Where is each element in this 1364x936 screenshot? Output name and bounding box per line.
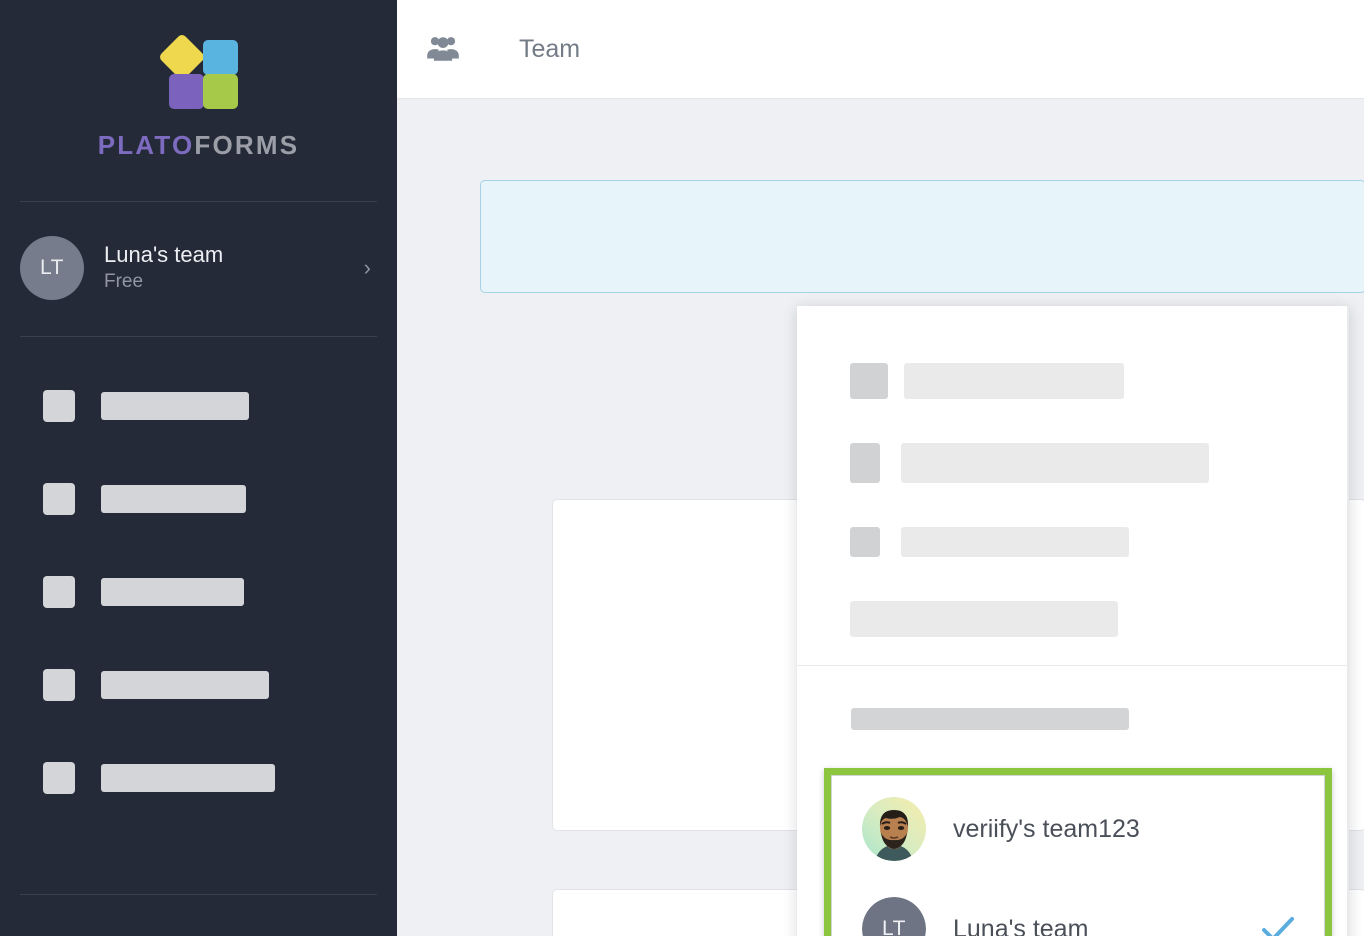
dropdown-skeleton-item [797, 601, 1349, 637]
team-users-icon [425, 34, 461, 64]
sidebar-team-avatar: LT [20, 236, 84, 300]
team-list-highlight-box: veriify's team123 LT Luna's team [824, 768, 1332, 936]
placeholder-label [101, 485, 246, 513]
team-list-item-label: veriify's team123 [953, 814, 1140, 843]
sidebar-team-switcher[interactable]: LT Luna's team Free › [0, 202, 397, 306]
dropdown-skeleton-list [797, 306, 1349, 637]
brand-wordmark: PLATOFORMS [98, 132, 300, 158]
placeholder-label [904, 363, 1124, 399]
placeholder-icon [43, 390, 75, 422]
logo-square-purple [168, 74, 204, 109]
placeholder-section-label [851, 708, 1129, 730]
page-content: veriify's team123 LT Luna's team [397, 99, 1364, 936]
selected-check-icon [1258, 915, 1298, 936]
chevron-right-icon[interactable]: › [364, 255, 377, 281]
placeholder-label [101, 578, 244, 606]
luna-avatar-initials: LT [862, 897, 926, 936]
placeholder-label [101, 764, 275, 792]
sidebar-team-plan: Free [104, 271, 144, 293]
placeholder-label [901, 527, 1129, 557]
logo-square-blue [202, 40, 238, 75]
placeholder-icon [850, 443, 880, 483]
placeholder-label [101, 392, 249, 420]
sidebar-divider-bottom [20, 894, 377, 895]
dropdown-skeleton-item [797, 527, 1349, 557]
sidebar-skeleton-item [0, 762, 397, 794]
placeholder-icon [43, 576, 75, 608]
dropdown-divider [797, 665, 1349, 666]
sidebar-team-meta: Luna's team Free [104, 241, 364, 295]
brand-wordmark-secondary: FORMS [194, 130, 300, 160]
placeholder-block [850, 601, 1118, 637]
sidebar-skeleton-item [0, 483, 397, 515]
app-root: PLATOFORMS LT Luna's team Free › Team ve… [0, 0, 1364, 936]
logo-square-green [202, 74, 238, 109]
team-dropdown-panel: veriify's team123 LT Luna's team [797, 306, 1349, 936]
sidebar-skeleton-item [0, 669, 397, 701]
dropdown-skeleton-item [797, 443, 1349, 483]
placeholder-icon [43, 483, 75, 515]
team-list-item-label: Luna's team [953, 914, 1089, 936]
team-list: veriify's team123 LT Luna's team [831, 775, 1325, 936]
placeholder-icon [43, 669, 75, 701]
avatar-photo-image [862, 797, 926, 861]
sidebar-nav-skeleton [0, 390, 397, 794]
dropdown-skeleton-item [797, 363, 1349, 399]
info-banner [480, 180, 1364, 293]
team-list-item-veriify[interactable]: veriify's team123 [832, 779, 1324, 879]
page-header: Team [397, 0, 1364, 99]
panel-scroll-edge[interactable] [1347, 306, 1349, 936]
sidebar-divider-mid [20, 336, 377, 337]
placeholder-icon [850, 363, 888, 399]
main-region: Team veriify's team123 LT Luna's team [397, 0, 1364, 936]
sidebar: PLATOFORMS LT Luna's team Free › [0, 0, 397, 936]
platoforms-logo-mark [157, 32, 240, 112]
team-list-item-luna[interactable]: LT Luna's team [832, 879, 1324, 936]
page-title: Team [519, 34, 581, 63]
veriify-avatar-photo [862, 797, 926, 861]
placeholder-label [901, 443, 1209, 483]
avatar-initials-text: LT [862, 897, 926, 936]
placeholder-icon [43, 762, 75, 794]
brand-logo[interactable]: PLATOFORMS [0, 0, 397, 158]
sidebar-skeleton-item [0, 576, 397, 608]
sidebar-skeleton-item [0, 390, 397, 422]
placeholder-label [101, 671, 269, 699]
sidebar-team-name: Luna's team [104, 242, 224, 268]
brand-wordmark-primary: PLATO [97, 130, 195, 160]
placeholder-icon [850, 527, 880, 557]
